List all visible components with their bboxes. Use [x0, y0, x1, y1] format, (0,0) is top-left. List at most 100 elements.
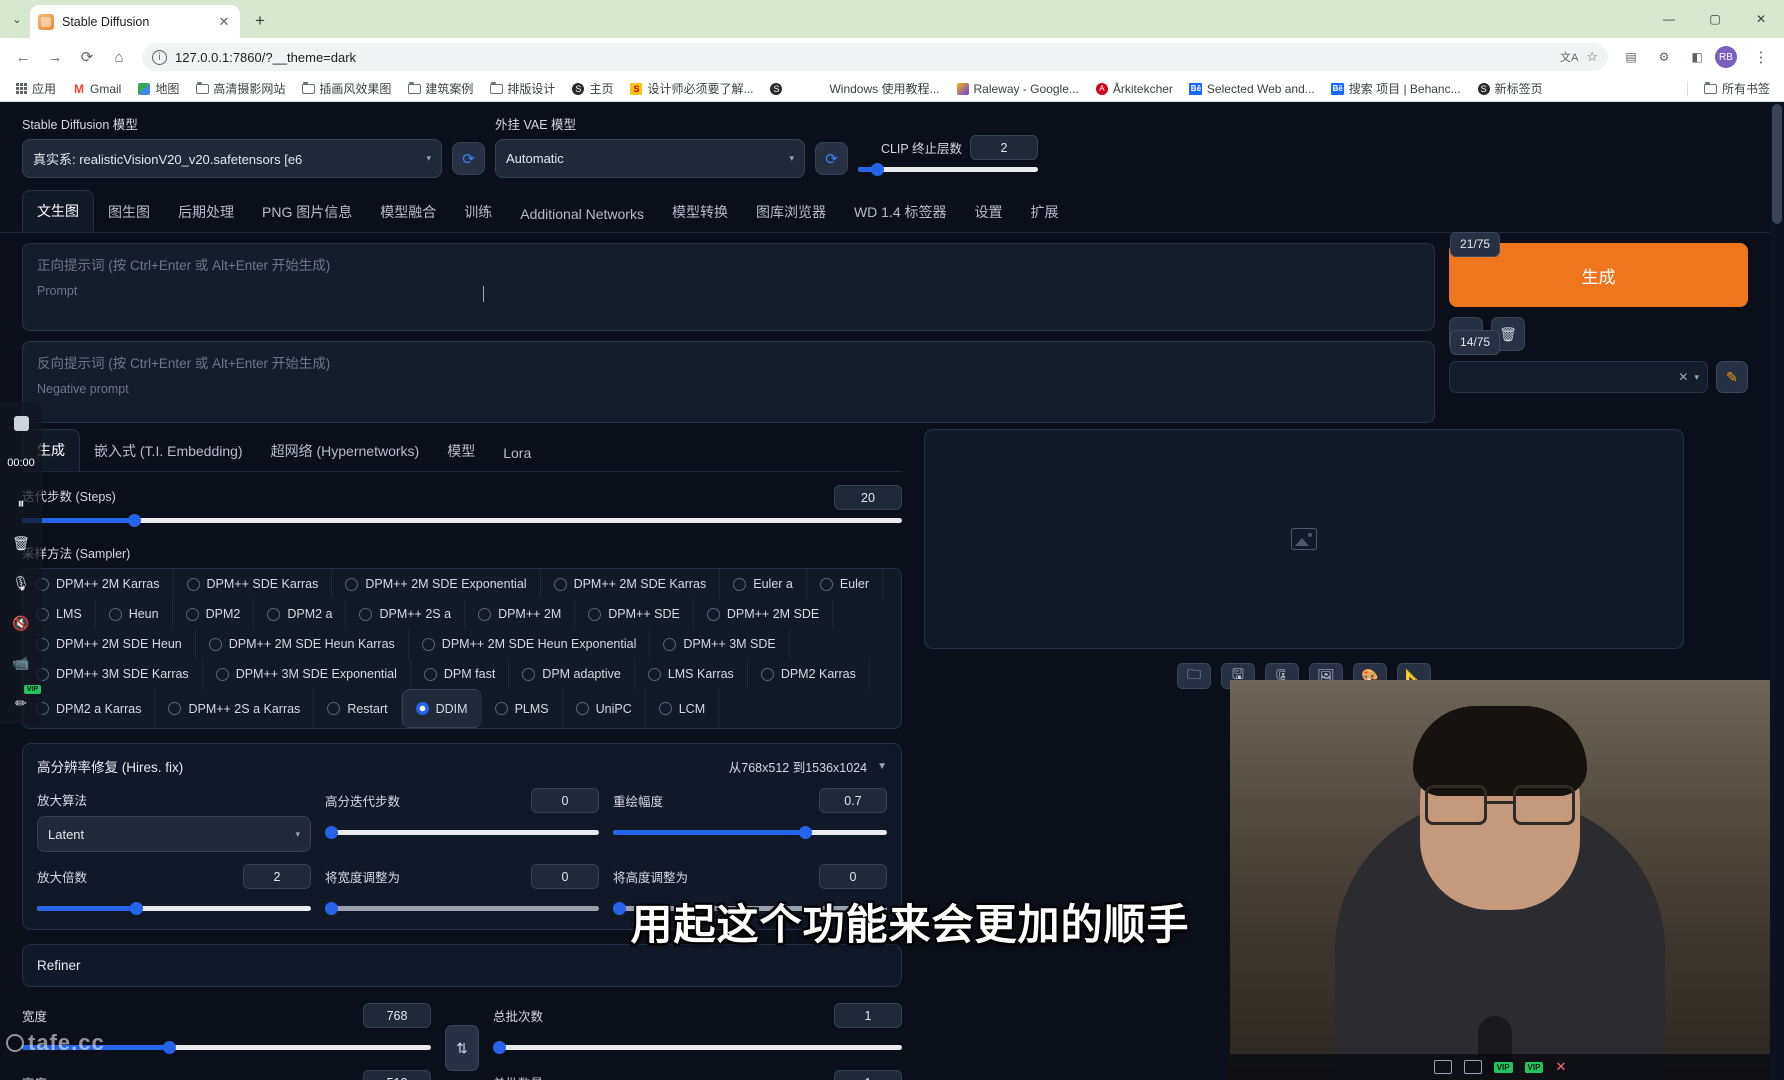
new-tab-button[interactable]: + — [246, 7, 274, 35]
bookmark-item[interactable]: Bē Selected Web and... — [1183, 80, 1321, 98]
tab-train[interactable]: 训练 — [450, 192, 506, 232]
tab-model-converter[interactable]: 模型转换 — [658, 192, 742, 232]
subtab-lora[interactable]: Lora — [489, 435, 545, 471]
subtab-hypernetworks[interactable]: 超网络 (Hypernetworks) — [257, 431, 434, 471]
tab-checkpoint-merger[interactable]: 模型融合 — [366, 192, 450, 232]
batch-count-value[interactable]: 1 — [834, 1003, 902, 1028]
bookmark-item[interactable]: 插画风效果图 — [295, 78, 397, 99]
upscale-by-value[interactable]: 2 — [243, 864, 311, 889]
sampler-option[interactable]: DPM++ 2M SDE Heun Exponential — [409, 629, 651, 659]
open-folder-icon[interactable]: 🗀 — [1177, 663, 1211, 689]
sampler-option[interactable]: DPM++ 2M SDE Karras — [541, 569, 721, 599]
address-bar[interactable]: i 127.0.0.1:7860/?__theme=dark 文A ☆ — [142, 43, 1608, 71]
sampler-option[interactable]: Euler a — [720, 569, 807, 599]
sampler-option[interactable]: DPM2 a — [254, 599, 347, 629]
bookmark-item[interactable]: 地图 — [131, 78, 185, 99]
sampler-option[interactable]: DPM++ 2M Karras — [23, 569, 174, 599]
resize-height-value[interactable]: 0 — [819, 864, 887, 889]
sampler-option[interactable]: DPM++ 2S a Karras — [155, 689, 315, 728]
forward-icon[interactable]: → — [40, 42, 70, 72]
sampler-option[interactable]: DPM++ 2M SDE Heun Karras — [196, 629, 409, 659]
bookmark-item[interactable]: 建筑案例 — [401, 78, 479, 99]
bookmark-item[interactable]: S 设计师必须要了解... — [623, 78, 759, 99]
refresh-model-button[interactable]: ⟳ — [452, 142, 485, 175]
sampler-option[interactable]: LCM — [646, 689, 720, 728]
slider-knob[interactable] — [127, 513, 141, 527]
tab-settings[interactable]: 设置 — [961, 192, 1017, 232]
slider-knob[interactable] — [799, 825, 813, 839]
sampler-option[interactable]: DPM++ 2M SDE — [694, 599, 834, 629]
upscale-by-slider[interactable] — [37, 899, 311, 917]
bookmark-item[interactable]: Windows 使用教程... — [823, 78, 945, 99]
screen-icon[interactable] — [1433, 1060, 1452, 1074]
tab-txt2img[interactable]: 文生图 — [22, 190, 94, 232]
hires-fix-header[interactable]: 高分辨率修复 (Hires. fix) 从768x512 到1536x1024 … — [37, 756, 887, 776]
swap-dimensions-button[interactable]: ⇅ — [445, 1025, 479, 1071]
sampler-option[interactable]: DPM adaptive — [509, 659, 635, 689]
edit-styles-button[interactable]: ✎ — [1716, 361, 1748, 393]
sampler-option[interactable]: DPM++ 3M SDE — [650, 629, 790, 659]
close-icon[interactable]: ✕ — [1678, 370, 1688, 384]
batch-count-slider[interactable] — [493, 1038, 902, 1056]
sampler-option[interactable]: DPM++ 2M SDE Exponential — [332, 569, 541, 599]
pen-icon[interactable]: ✏ VIP — [8, 685, 41, 716]
sampler-option[interactable]: DPM++ 2M — [465, 599, 576, 629]
reading-mode-icon[interactable]: ▤ — [1616, 42, 1646, 72]
subtab-embeddings[interactable]: 嵌入式 (T.I. Embedding) — [80, 431, 257, 471]
bookmark-star-icon[interactable]: ☆ — [1586, 49, 1598, 65]
tab-extras[interactable]: 后期处理 — [164, 192, 248, 232]
positive-prompt-textarea[interactable]: 正向提示词 (按 Ctrl+Enter 或 Alt+Enter 开始生成) Pr… — [22, 232, 1501, 331]
width-value[interactable]: 768 — [363, 1003, 431, 1028]
sampler-option[interactable]: DPM++ 3M SDE Karras — [23, 659, 203, 689]
image-preview-area[interactable] — [924, 429, 1684, 649]
stop-icon[interactable] — [8, 410, 34, 436]
steps-value[interactable]: 20 — [834, 485, 902, 510]
sampler-option[interactable]: DPM2 a Karras — [23, 689, 156, 728]
chevron-down-icon[interactable]: ▼ — [877, 761, 887, 772]
batch-size-value[interactable]: 1 — [834, 1070, 902, 1080]
back-icon[interactable]: ← — [8, 42, 38, 72]
sampler-option[interactable]: DPM2 Karras — [748, 659, 870, 689]
scrollbar-thumb[interactable] — [1772, 104, 1782, 224]
bookmark-item[interactable]: 排版设计 — [483, 78, 561, 99]
sampler-option[interactable]: DPM++ SDE Karras — [174, 569, 333, 599]
refresh-vae-button[interactable]: ⟳ — [815, 142, 848, 175]
bookmark-item[interactable]: Raleway - Google... — [950, 80, 1085, 98]
mute-icon[interactable]: 🔇 — [8, 610, 34, 636]
denoise-value[interactable]: 0.7 — [819, 788, 887, 813]
sampler-option[interactable]: DPM++ 2M SDE Heun — [23, 629, 196, 659]
sampler-option[interactable]: Restart — [314, 689, 402, 728]
tab-wd-tagger[interactable]: WD 1.4 标签器 — [840, 192, 961, 232]
bookmark-item[interactable]: 高清摄影网站 — [189, 78, 291, 99]
close-icon[interactable]: ✕ — [216, 14, 232, 30]
minimize-button[interactable]: — — [1646, 0, 1692, 38]
slider-knob[interactable] — [325, 901, 338, 915]
maximize-button[interactable]: ▢ — [1692, 0, 1738, 38]
browser-tab[interactable]: Stable Diffusion ✕ — [30, 5, 240, 38]
bookmark-item[interactable]: 应用 — [8, 78, 62, 99]
slider-knob[interactable] — [325, 825, 338, 839]
camera-toggle-icon[interactable] — [1463, 1060, 1482, 1074]
trash-icon[interactable]: 🗑 — [8, 530, 34, 556]
sd-model-select[interactable]: 真实系: realisticVisionV20_v20.safetensors … — [22, 139, 442, 178]
steps-slider[interactable] — [22, 511, 902, 529]
slider-knob[interactable] — [870, 162, 884, 176]
tab-png-info[interactable]: PNG 图片信息 — [248, 192, 366, 232]
close-icon[interactable]: ✕ — [1555, 1059, 1566, 1075]
slider-knob[interactable] — [130, 901, 144, 915]
tab-additional-networks[interactable]: Additional Networks — [506, 196, 658, 232]
bookmark-item[interactable]: S 新标签页 — [1471, 78, 1549, 99]
bookmark-item[interactable]: S 主页 — [565, 78, 619, 99]
sampler-option[interactable]: PLMS — [482, 689, 563, 728]
sampler-option[interactable]: LMS Karras — [635, 659, 748, 689]
hires-steps-slider[interactable] — [325, 823, 599, 841]
subtab-checkpoints[interactable]: 模型 — [433, 431, 489, 471]
all-bookmarks-button[interactable]: 所有书签 — [1698, 78, 1776, 99]
bookmark-item[interactable]: S — [763, 80, 793, 98]
avatar[interactable]: RB — [1715, 46, 1737, 68]
chrome-menu-icon[interactable]: ⋮ — [1746, 42, 1776, 72]
styles-select[interactable]: ✕ ▾ — [1449, 361, 1708, 393]
vae-model-select[interactable]: Automatic ▾ — [495, 139, 805, 178]
bookmark-item[interactable]: A Årkitekcher — [1089, 80, 1179, 98]
clip-skip-slider[interactable] — [858, 160, 1038, 178]
